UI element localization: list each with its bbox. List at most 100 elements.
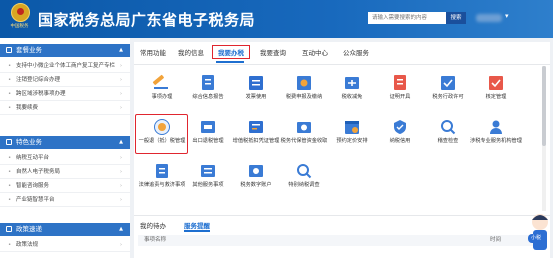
- tile-invoice[interactable]: 发票使用: [232, 74, 280, 108]
- tile-label: 证明开具: [389, 94, 411, 100]
- user-name-blurred[interactable]: [476, 14, 502, 22]
- tile-label: 特别纳税调查: [288, 182, 320, 188]
- tab-bar: 常用功能 我的信息 我要办税 我要查询 互动中心 公众服务: [134, 42, 550, 65]
- tab-service-reminder[interactable]: 服务提醒: [184, 220, 210, 230]
- tile-label: 核定管理: [485, 94, 507, 100]
- tile-tax-relief[interactable]: 税收减免: [328, 74, 376, 108]
- tile-tax-credit[interactable]: 纳税信用: [376, 118, 424, 152]
- tile-pricing-arrangement[interactable]: 预约定价安排: [328, 118, 376, 152]
- column-header-item: 事项名称: [144, 237, 167, 243]
- sidebar-item[interactable]: • 政策法规 ›: [0, 238, 130, 252]
- refund-icon: [154, 119, 170, 135]
- chevron-right-icon: ›: [120, 105, 122, 111]
- tab-common[interactable]: 常用功能: [140, 47, 166, 57]
- sidebar: 套餐业务 ▲ • 支持中小微企业个体工商户复工复产专栏 › • 注销登记综合办理 › •…: [0, 38, 130, 258]
- fund-custody-icon: [297, 122, 311, 133]
- chevron-right-icon: ›: [120, 63, 122, 69]
- tile-label: 预约定价安排: [336, 138, 368, 144]
- tile-verify-manage[interactable]: 核定管理: [472, 74, 520, 108]
- scrollbar[interactable]: [542, 66, 546, 211]
- sidebar-item[interactable]: • 注销登记综合办理 ›: [0, 73, 130, 87]
- top-header: 中国税务 国家税务总局广东省电子税务局 搜索 ▾: [0, 0, 553, 38]
- sidebar-item-label: 自然人电子税务局: [16, 169, 61, 175]
- scroll-thumb[interactable]: [542, 66, 546, 146]
- sidebar-item[interactable]: • 支持中小微企业个体工商户复工复产专栏 ›: [0, 59, 130, 73]
- sidebar-item[interactable]: • 纳税互动平台 ›: [0, 151, 130, 165]
- sidebar-section-policy[interactable]: 政策速递 ▲: [0, 223, 130, 236]
- policy-icon: [6, 226, 12, 232]
- tile-agency-manage[interactable]: 涉税专业服务机构管理: [470, 118, 522, 152]
- tile-label: 其他服务事项: [192, 182, 224, 188]
- emblem-icon: [11, 3, 30, 22]
- tab-interaction[interactable]: 互动中心: [302, 47, 328, 57]
- inspection-icon: [441, 120, 456, 135]
- featured-icon: [6, 139, 12, 145]
- tile-label: 增值税抵扣凭证管理: [232, 138, 280, 144]
- package-icon: [6, 47, 12, 53]
- digital-account-icon: [249, 165, 263, 177]
- tile-fund-custody[interactable]: 税务代保管资金收取: [280, 118, 328, 152]
- tile-label: 事项办理: [151, 94, 173, 100]
- active-tab-underline: [216, 61, 244, 63]
- assistant-badge[interactable]: 小税: [528, 234, 544, 243]
- tab-query[interactable]: 我要查询: [260, 47, 286, 57]
- tab-public-service[interactable]: 公众服务: [343, 47, 369, 57]
- tile-label: 一般退（抵）税管理: [138, 138, 186, 144]
- calendar-icon: [345, 121, 359, 134]
- vat-deduction-icon: [249, 121, 263, 133]
- sidebar-item-label: 纳税互动平台: [16, 155, 50, 161]
- active-tab-underline: [184, 230, 210, 232]
- chevron-right-icon: ›: [120, 169, 122, 175]
- tile-other-services[interactable]: 其他服务事项: [184, 162, 232, 196]
- tile-general-refund[interactable]: 一般退（抵）税管理: [138, 118, 186, 152]
- agency-icon: [490, 120, 502, 134]
- sidebar-item-label: 我要续费: [16, 105, 39, 111]
- chevron-right-icon: ›: [120, 183, 122, 189]
- tab-my-info[interactable]: 我的信息: [178, 47, 204, 57]
- tab-my-todo[interactable]: 我的待办: [140, 220, 166, 230]
- sidebar-section-label: 特色业务: [16, 138, 42, 146]
- sidebar-section-label: 套餐业务: [16, 46, 42, 54]
- sidebar-item[interactable]: • 智能咨询服务 ›: [0, 179, 130, 193]
- tile-label: 税收减免: [341, 94, 363, 100]
- sidebar-item[interactable]: • 我要续费 ›: [0, 101, 130, 115]
- tile-info-report[interactable]: 综合信息报告: [184, 74, 232, 108]
- tile-label: 综合信息报告: [192, 94, 224, 100]
- tile-label: 税费申报及缴纳: [285, 94, 323, 100]
- pen-icon: [152, 74, 168, 89]
- sidebar-item[interactable]: • 自然人电子税务局 ›: [0, 165, 130, 179]
- tile-tax-declare[interactable]: 税费申报及缴纳: [280, 74, 328, 108]
- sidebar-item[interactable]: • 跨区域涉税事项办理 ›: [0, 87, 130, 101]
- tile-label: 税务行政许可: [432, 94, 464, 100]
- tile-label: 涉税专业服务机构管理: [470, 138, 522, 144]
- invoice-icon: [249, 76, 263, 90]
- tax-declare-icon: [297, 76, 311, 90]
- tab-highlight-box: [212, 45, 250, 59]
- tile-special-tax[interactable]: 特别纳税调查: [280, 162, 328, 196]
- sidebar-item-label: 产业链智慧平台: [16, 197, 55, 203]
- user-menu-caret-icon[interactable]: ▾: [505, 12, 509, 20]
- tile-export-refund[interactable]: 出口退税管理: [184, 118, 232, 152]
- tile-digital-account[interactable]: 税务数字账户: [232, 162, 280, 196]
- certificate-icon: [394, 75, 406, 90]
- tax-relief-icon: [345, 77, 359, 89]
- tile-vat-deduction[interactable]: 增值税抵扣凭证管理: [232, 118, 280, 152]
- sidebar-section-featured[interactable]: 特色业务 ▲: [0, 136, 130, 149]
- emblem-caption: 中国税务: [10, 24, 29, 29]
- tile-label: 稽查检查: [437, 138, 459, 144]
- search-input[interactable]: [368, 12, 448, 24]
- tile-admin-license[interactable]: 税务行政许可: [424, 74, 472, 108]
- sidebar-section-package[interactable]: 套餐业务 ▲: [0, 44, 130, 57]
- sidebar-item[interactable]: • 产业链智慧平台 ›: [0, 193, 130, 207]
- license-icon: [441, 76, 455, 90]
- tile-label: 税务代保管资金收取: [280, 138, 328, 144]
- tile-item-handling[interactable]: 事项办理: [138, 74, 186, 108]
- credit-icon: [394, 120, 406, 134]
- search-button[interactable]: 搜索: [446, 12, 466, 24]
- tile-inspection[interactable]: 稽查检查: [424, 118, 472, 152]
- tax-emblem-logo: 中国税务: [6, 3, 33, 34]
- chevron-right-icon: ›: [120, 77, 122, 83]
- column-header-time: 时间: [490, 237, 502, 243]
- tile-legal-remedy[interactable]: 法律追责与救济事项: [138, 162, 186, 196]
- tile-certificate[interactable]: 证明开具: [376, 74, 424, 108]
